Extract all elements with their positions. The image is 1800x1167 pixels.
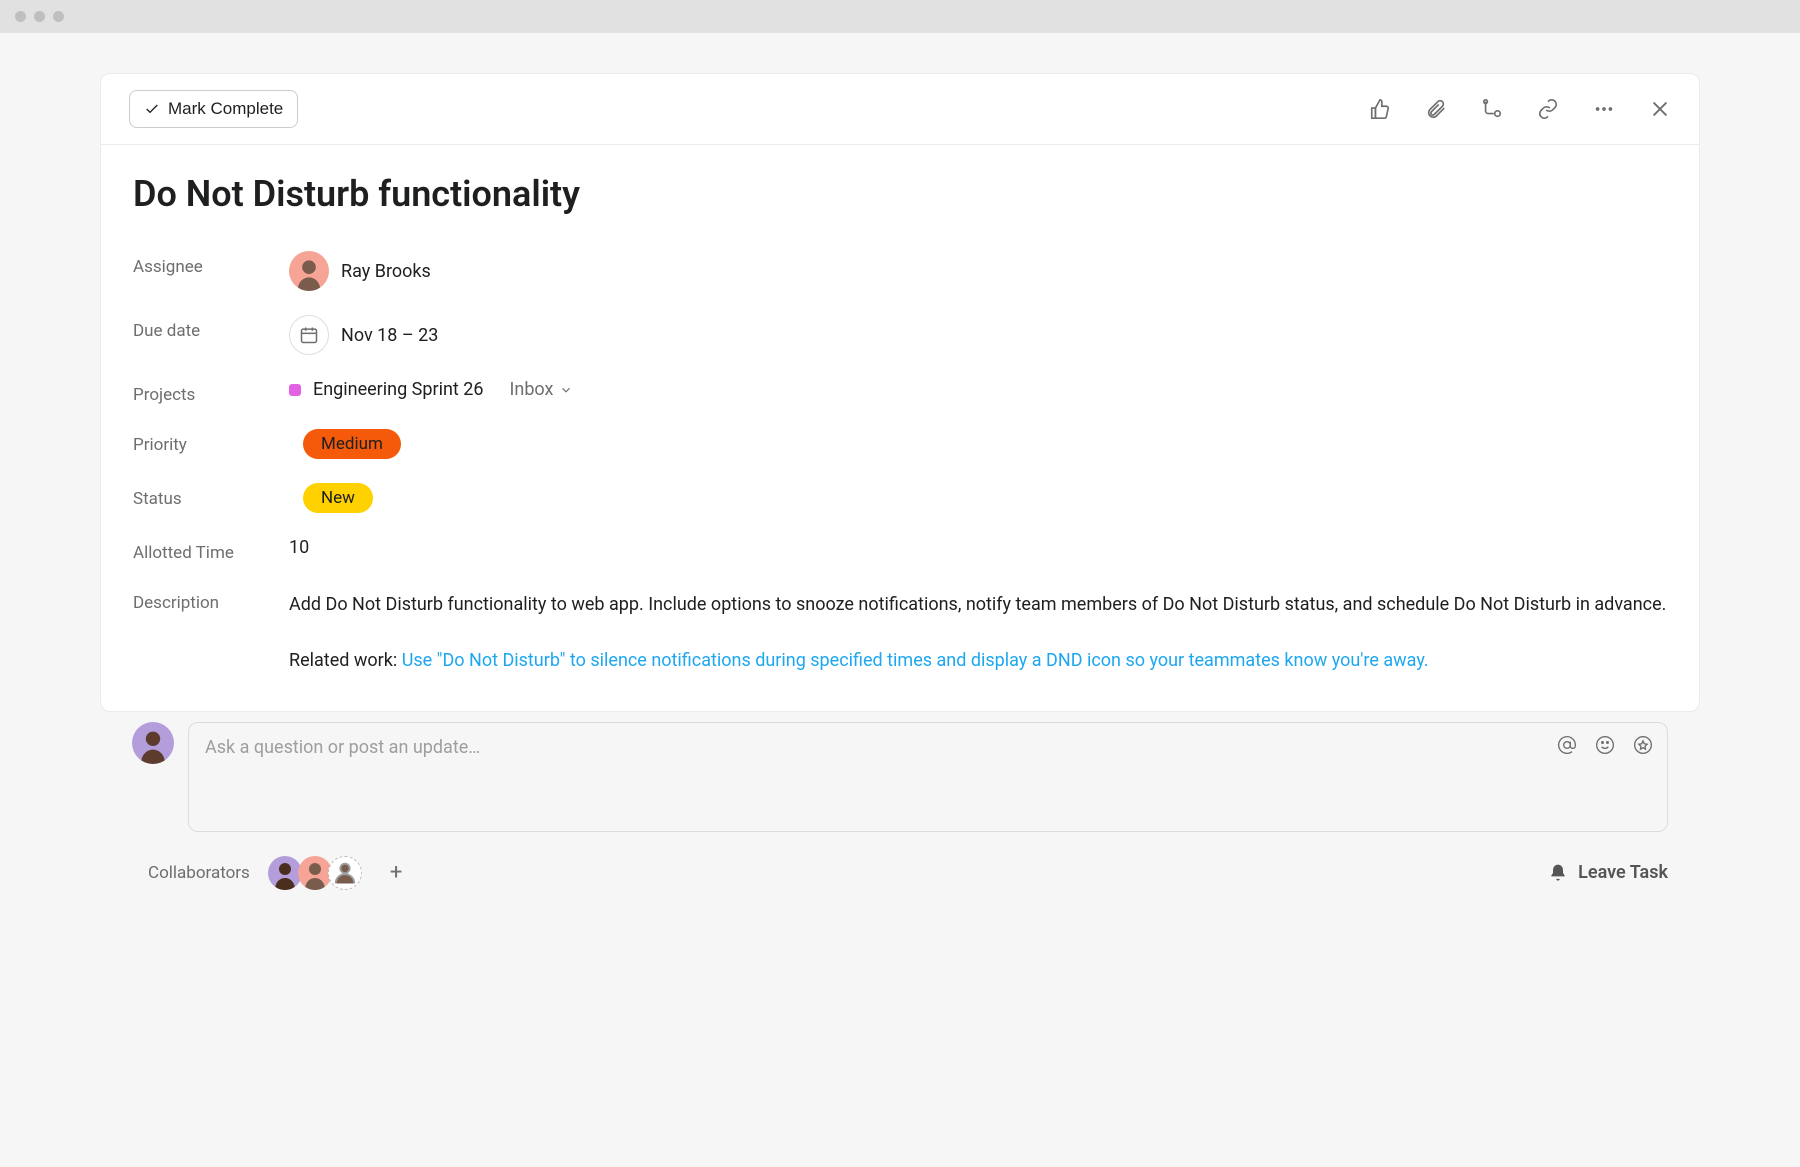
related-work-link[interactable]: Use "Do Not Disturb" to silence notifica…	[402, 650, 1429, 671]
browser-chrome	[0, 0, 1800, 33]
task-title[interactable]: Do Not Disturb functionality	[133, 173, 1667, 215]
project-section-name: Inbox	[509, 379, 553, 400]
close-icon	[1649, 98, 1671, 120]
priority-pill[interactable]: Medium	[303, 429, 401, 459]
star-badge-icon	[1633, 735, 1653, 755]
comment-input[interactable]: Ask a question or post an update…	[188, 722, 1668, 832]
collaborator-avatar[interactable]	[298, 856, 332, 890]
collaborator-avatar[interactable]	[268, 856, 302, 890]
ellipsis-icon	[1593, 98, 1615, 120]
assignee-name: Ray Brooks	[341, 261, 431, 282]
assignee-value[interactable]: Ray Brooks	[289, 251, 1667, 291]
person-outline-icon	[331, 856, 359, 890]
due-date-value[interactable]: Nov 18 – 23	[289, 315, 1667, 355]
traffic-light-dot	[15, 11, 26, 22]
assignee-avatar	[289, 251, 329, 291]
comment-placeholder: Ask a question or post an update…	[205, 737, 480, 758]
project-color-dot	[289, 384, 301, 396]
person-icon	[295, 257, 323, 291]
task-detail-panel: Mark Complete	[100, 73, 1700, 712]
leave-task-label: Leave Task	[1578, 862, 1668, 883]
task-topbar: Mark Complete	[101, 74, 1699, 145]
description-body[interactable]: Add Do Not Disturb functionality to web …	[289, 587, 1666, 675]
traffic-light-dot	[53, 11, 64, 22]
priority-label: Priority	[133, 429, 289, 455]
person-icon	[273, 860, 297, 890]
allotted-time-value[interactable]: 10	[289, 537, 309, 558]
calendar-chip	[289, 315, 329, 355]
status-label: Status	[133, 483, 289, 509]
smile-icon	[1595, 735, 1615, 755]
related-work-prefix: Related work:	[289, 650, 402, 671]
copy-link-button[interactable]	[1537, 98, 1559, 120]
project-section-dropdown[interactable]: Inbox	[509, 379, 573, 400]
attachment-button[interactable]	[1425, 98, 1447, 120]
task-content: Do Not Disturb functionality Assignee Ra…	[101, 145, 1699, 711]
person-icon	[138, 728, 168, 764]
project-name[interactable]: Engineering Sprint 26	[313, 379, 483, 400]
mark-complete-button[interactable]: Mark Complete	[129, 90, 298, 128]
add-collaborator-slot[interactable]	[328, 856, 362, 890]
comment-area: Ask a question or post an update…	[100, 712, 1700, 832]
collaborators-stack	[268, 856, 362, 890]
add-collaborator-button[interactable]: +	[390, 860, 402, 885]
mention-button[interactable]	[1557, 735, 1577, 755]
assignee-label: Assignee	[133, 251, 289, 277]
check-icon	[144, 101, 160, 117]
due-date-text: Nov 18 – 23	[341, 325, 438, 346]
more-actions-button[interactable]	[1593, 98, 1615, 120]
emoji-button[interactable]	[1595, 735, 1615, 755]
projects-label: Projects	[133, 379, 289, 405]
due-date-label: Due date	[133, 315, 289, 341]
description-text: Add Do Not Disturb functionality to web …	[289, 594, 1666, 615]
mark-complete-label: Mark Complete	[168, 99, 283, 119]
link-icon	[1537, 98, 1559, 120]
description-label: Description	[133, 587, 289, 613]
thumbs-up-icon	[1369, 98, 1391, 120]
subtask-icon	[1481, 98, 1503, 120]
paperclip-icon	[1425, 98, 1447, 120]
traffic-light-dot	[34, 11, 45, 22]
leave-task-button[interactable]: Leave Task	[1548, 862, 1668, 883]
close-button[interactable]	[1649, 98, 1671, 120]
subtask-button[interactable]	[1481, 98, 1503, 120]
bell-icon	[1548, 863, 1568, 883]
current-user-avatar	[132, 722, 174, 764]
chevron-down-icon	[559, 383, 573, 397]
appreciation-button[interactable]	[1633, 735, 1653, 755]
like-button[interactable]	[1369, 98, 1391, 120]
collaborators-label: Collaborators	[148, 863, 250, 883]
task-footer: Collaborators + Leave Task	[100, 832, 1700, 920]
allotted-time-label: Allotted Time	[133, 537, 289, 563]
at-icon	[1557, 735, 1577, 755]
status-pill[interactable]: New	[303, 483, 373, 513]
person-icon	[303, 860, 327, 890]
calendar-icon	[299, 325, 319, 345]
